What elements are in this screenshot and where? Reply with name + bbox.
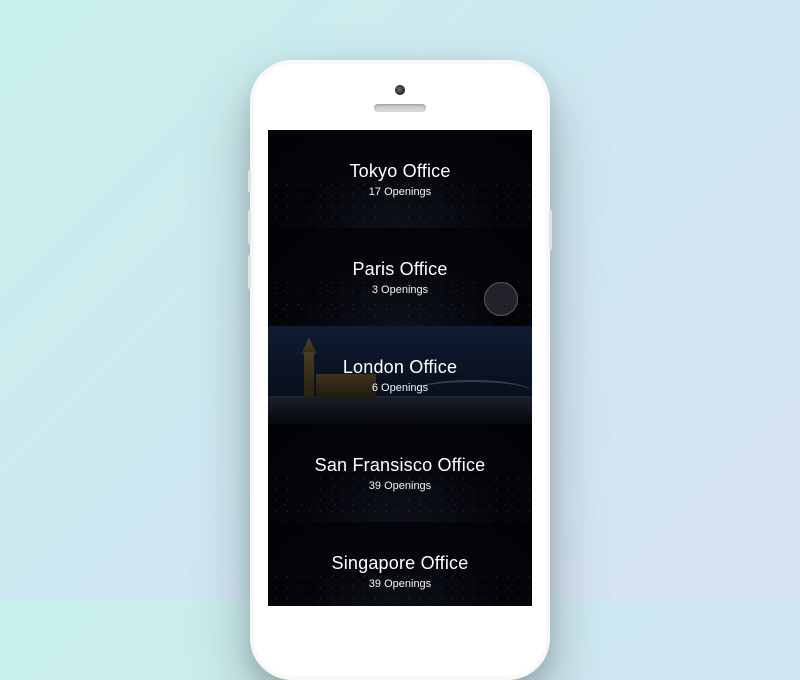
filter-button[interactable] [484,282,518,316]
office-title: Paris Office [352,259,447,280]
volume-up-button [248,210,251,244]
screen: Tokyo Office 17 Openings Paris Office 3 … [268,130,532,606]
front-camera [395,85,405,95]
office-title: Singapore Office [332,553,469,574]
office-row-tokyo[interactable]: Tokyo Office 17 Openings [268,130,532,228]
volume-down-button [248,255,251,289]
office-row-london[interactable]: London Office 6 Openings [268,326,532,424]
office-row-sanfrancisco[interactable]: San Fransisco Office 39 Openings [268,424,532,522]
earpiece-speaker [374,104,426,112]
office-openings: 39 Openings [369,480,431,492]
office-title: London Office [343,357,457,378]
office-openings: 17 Openings [369,186,431,198]
mute-switch [248,170,251,192]
office-list[interactable]: Tokyo Office 17 Openings Paris Office 3 … [268,130,532,606]
office-title: Tokyo Office [349,161,450,182]
phone-body: Tokyo Office 17 Openings Paris Office 3 … [254,64,546,676]
office-title: San Fransisco Office [315,455,486,476]
office-row-paris[interactable]: Paris Office 3 Openings [268,228,532,326]
phone-frame: Tokyo Office 17 Openings Paris Office 3 … [250,60,550,680]
office-openings: 3 Openings [372,284,428,296]
power-button [549,210,552,250]
office-openings: 6 Openings [372,382,428,394]
office-row-singapore[interactable]: Singapore Office 39 Openings [268,522,532,606]
office-openings: 39 Openings [369,578,431,590]
